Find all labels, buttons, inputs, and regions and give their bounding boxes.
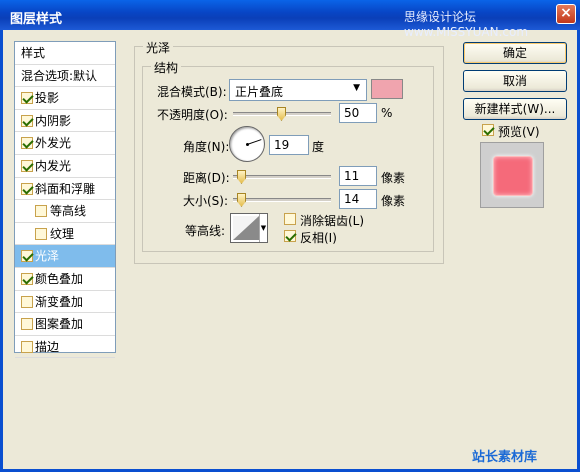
style-item-label: 描边 [35,339,60,354]
distance-unit: 像素 [381,171,406,185]
style-item-label: 光泽 [35,249,60,264]
preview-checkbox[interactable] [482,124,494,136]
opacity-slider[interactable] [233,107,331,121]
style-item[interactable]: 外发光 [15,132,115,155]
satin-group-title: 光泽 [143,39,174,56]
angle-needle [247,139,262,145]
angle-input[interactable]: 19 [269,135,309,155]
style-item[interactable]: 内发光 [15,155,115,178]
style-item-checkbox[interactable] [21,159,33,172]
style-item[interactable]: 内阴影 [15,110,115,133]
style-list-header[interactable]: 样式 [15,42,115,65]
style-item-checkbox[interactable] [21,182,33,195]
corner-logo: 站长素材库 [472,450,538,465]
preview-label: 预览(V) [498,125,540,139]
blend-options-item[interactable]: 混合选项:默认 [15,65,115,88]
angle-center-dot [246,143,249,146]
style-item[interactable]: 描边 [15,336,115,359]
style-list: 样式 混合选项:默认 投影内阴影外发光内发光斜面和浮雕等高线纹理光泽颜色叠加渐变… [14,41,116,359]
structure-group-title: 结构 [151,59,182,76]
invert-label: 反相(I) [300,231,337,245]
size-input[interactable]: 14 [339,189,377,209]
style-item-label: 渐变叠加 [35,294,84,309]
blend-mode-value: 正片叠底 [235,85,284,99]
style-item-label: 颜色叠加 [35,271,84,286]
style-item-checkbox[interactable] [35,205,47,218]
style-item[interactable]: 颜色叠加 [15,268,115,291]
blend-mode-select[interactable]: 正片叠底 ▼ [229,79,367,101]
distance-input[interactable]: 11 [339,166,377,186]
style-item-checkbox[interactable] [21,92,33,105]
cancel-button[interactable]: 取消 [463,70,567,92]
style-item-label: 纹理 [50,226,75,241]
window-title: 图层样式 [10,12,63,27]
style-item-checkbox[interactable] [21,295,33,308]
contour-label: 等高线: [185,224,226,238]
style-item[interactable]: 斜面和浮雕 [15,178,115,201]
invert-checkbox[interactable] [284,230,296,242]
satin-color-swatch[interactable] [371,79,403,99]
new-style-button[interactable]: 新建样式(W)... [463,98,567,120]
angle-label: 角度(N): [183,140,230,154]
contour-dropdown-arrow[interactable]: ▼ [259,214,267,242]
angle-dial[interactable] [229,126,265,162]
style-item-checkbox[interactable] [21,272,33,285]
distance-slider[interactable] [233,170,331,184]
style-item-label: 斜面和浮雕 [35,181,96,196]
style-item-checkbox[interactable] [21,318,33,331]
distance-label: 距离(D): [183,171,230,185]
style-item[interactable]: 光泽 [15,245,115,268]
opacity-label: 不透明度(O): [157,108,228,122]
style-item[interactable]: 渐变叠加 [15,291,115,314]
opacity-unit: % [381,106,393,120]
chevron-down-icon: ▼ [353,83,360,93]
style-item-label: 投影 [35,91,60,106]
style-item-label: 外发光 [35,136,72,151]
blend-mode-label: 混合模式(B): [157,85,227,99]
size-unit: 像素 [381,194,406,208]
style-item[interactable]: 投影 [15,87,115,110]
style-item-checkbox[interactable] [21,250,33,263]
style-item-checkbox[interactable] [21,114,33,127]
style-item-checkbox[interactable] [21,340,33,353]
size-label: 大小(S): [183,194,229,208]
antialias-label: 消除锯齿(L) [300,214,365,228]
style-item-label: 等高线 [50,204,87,219]
angle-unit: 度 [312,140,325,154]
size-slider[interactable] [233,193,331,207]
opacity-input[interactable]: 50 [339,103,377,123]
close-button[interactable]: × [556,4,576,24]
contour-curve-icon [233,216,259,240]
ok-button[interactable]: 确定 [463,42,567,64]
style-item-checkbox[interactable] [35,227,47,240]
style-item-label: 内阴影 [35,113,72,128]
style-item-checkbox[interactable] [21,137,33,150]
antialias-checkbox[interactable] [284,213,296,225]
style-preview [480,142,544,208]
style-item[interactable]: 纹理 [15,223,115,246]
style-item[interactable]: 等高线 [15,200,115,223]
title-bar: 图层样式 思缘设计论坛 www.MISSYUAN.com × [0,0,580,39]
style-item-label: 图案叠加 [35,317,84,332]
style-item-label: 内发光 [35,158,72,173]
preview-tile [493,156,533,196]
style-item[interactable]: 图案叠加 [15,313,115,336]
contour-picker[interactable]: ▼ [230,213,268,243]
